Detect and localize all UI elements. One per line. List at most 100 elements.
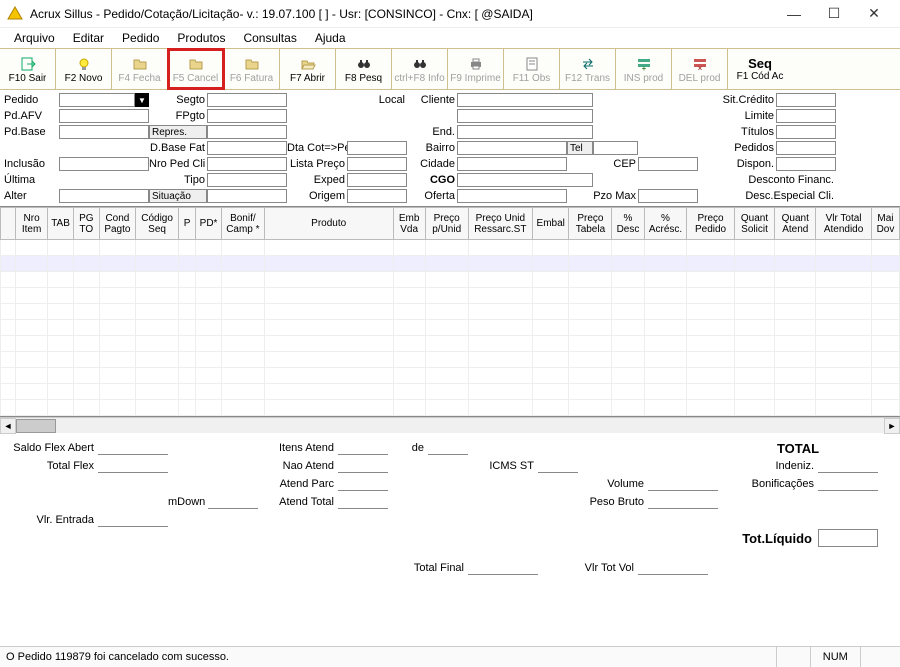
window-maximize-button[interactable]: ☐ [814, 0, 854, 28]
table-row[interactable] [1, 368, 900, 384]
column-10[interactable]: Emb Vda [393, 208, 425, 240]
column-17[interactable]: Preço Pedido [687, 208, 734, 240]
input-inclusao[interactable] [59, 157, 149, 171]
column-7[interactable]: PD* [196, 208, 222, 240]
form-header: Pedido▼SegtoLocalClienteSit.CréditoPd.AF… [0, 90, 900, 204]
input-exped[interactable] [347, 173, 407, 187]
table-row[interactable] [1, 320, 900, 336]
data-grid[interactable]: Nro ItemTABPG TOCond PagtoCódigo SeqPPD*… [0, 206, 900, 417]
label-fpgto: FPgto [149, 110, 207, 122]
column-20[interactable]: Vlr Total Atendido [816, 208, 872, 240]
ins-icon: + [636, 55, 652, 73]
table-row[interactable] [1, 272, 900, 288]
input-tel[interactable] [593, 141, 638, 155]
button-situacao[interactable]: Situação [149, 189, 207, 203]
column-2[interactable]: TAB [48, 208, 74, 240]
label-ultima: Última [4, 174, 59, 186]
input-pdafv[interactable] [59, 109, 149, 123]
column-4[interactable]: Cond Pagto [99, 208, 135, 240]
column-9[interactable]: Produto [264, 208, 393, 240]
column-21[interactable]: Mai Dov [871, 208, 899, 240]
table-row[interactable] [1, 288, 900, 304]
button-tel[interactable]: Tel [567, 141, 593, 155]
input-situacao[interactable] [207, 189, 287, 203]
input-limite[interactable] [776, 109, 836, 123]
toolbar-f2-novo[interactable]: F2 Novo [56, 49, 112, 89]
input-dispon[interactable] [776, 157, 836, 171]
input-pzomax[interactable] [638, 189, 698, 203]
window-minimize-button[interactable]: — [774, 0, 814, 28]
open-icon [300, 55, 316, 73]
input-cep[interactable] [638, 157, 698, 171]
table-row[interactable] [1, 256, 900, 272]
input-oferta[interactable] [457, 189, 567, 203]
input-listapreco[interactable] [347, 157, 407, 171]
input-cliente[interactable] [457, 93, 593, 107]
toolbar-f12-trans: F12 Trans [560, 49, 616, 89]
column-18[interactable]: Quant Solicit [734, 208, 775, 240]
input-tipo[interactable] [207, 173, 287, 187]
menu-pedido[interactable]: Pedido [114, 29, 167, 47]
scroll-left-arrow[interactable]: ◄ [0, 418, 16, 434]
column-6[interactable]: P [179, 208, 196, 240]
horizontal-scrollbar[interactable]: ◄ ► [0, 417, 900, 433]
toolbar-f8-pesq[interactable]: F8 Pesq [336, 49, 392, 89]
column-0[interactable] [1, 208, 16, 240]
dropdown-pedido[interactable]: ▼ [135, 93, 149, 107]
input-alter[interactable] [59, 189, 149, 203]
input-bairro[interactable] [457, 141, 567, 155]
column-1[interactable]: Nro Item [16, 208, 48, 240]
toolbar-f10-sair[interactable]: F10 Sair [0, 49, 56, 89]
column-8[interactable]: Bonif/ Camp * [221, 208, 264, 240]
scroll-thumb[interactable] [16, 419, 56, 433]
label-bairro: Bairro [407, 142, 457, 154]
scroll-right-arrow[interactable]: ► [884, 418, 900, 434]
window-close-button[interactable]: ✕ [854, 0, 894, 28]
column-11[interactable]: Preço p/Unid [425, 208, 468, 240]
menu-arquivo[interactable]: Arquivo [6, 29, 63, 47]
column-5[interactable]: Código Seq [136, 208, 179, 240]
table-row[interactable] [1, 400, 900, 416]
input-pedido[interactable] [59, 93, 135, 107]
status-bar: O Pedido 119879 foi cancelado com sucess… [0, 646, 900, 666]
table-row[interactable] [1, 352, 900, 368]
menu-produtos[interactable]: Produtos [169, 29, 233, 47]
scroll-track[interactable] [16, 418, 884, 434]
toolbar-f7-abrir[interactable]: F7 Abrir [280, 49, 336, 89]
menu-consultas[interactable]: Consultas [235, 29, 304, 47]
toolbar-seq[interactable]: SeqF1 Cód Ac [728, 49, 792, 89]
label-cep: CEP [593, 158, 638, 170]
column-19[interactable]: Quant Atend [775, 208, 816, 240]
input-repres[interactable] [207, 125, 287, 139]
button-repres[interactable]: Repres. [149, 125, 207, 139]
input-pedidos[interactable] [776, 141, 836, 155]
input-cidade[interactable] [457, 157, 567, 171]
input-origem[interactable] [347, 189, 407, 203]
input-fpgto[interactable] [207, 109, 287, 123]
input-cgo[interactable] [457, 173, 593, 187]
column-12[interactable]: Preço Unid Ressarc.ST [468, 208, 532, 240]
menu-editar[interactable]: Editar [65, 29, 112, 47]
input-titulos[interactable] [776, 125, 836, 139]
table-row[interactable] [1, 240, 900, 256]
input-nropedcli[interactable] [207, 157, 287, 171]
input-end[interactable] [457, 125, 593, 139]
table-row[interactable] [1, 384, 900, 400]
table-row[interactable] [1, 336, 900, 352]
column-3[interactable]: PG TO [73, 208, 99, 240]
input-segto[interactable] [207, 93, 287, 107]
column-15[interactable]: % Desc [612, 208, 644, 240]
table-row[interactable] [1, 304, 900, 320]
input-dbasefat[interactable] [207, 141, 287, 155]
input-sitcredito[interactable] [776, 93, 836, 107]
input-dtacotped[interactable] [347, 141, 407, 155]
menu-ajuda[interactable]: Ajuda [307, 29, 354, 47]
column-16[interactable]: % Acrésc. [644, 208, 687, 240]
input-cliente2[interactable] [457, 109, 593, 123]
value-de [428, 441, 468, 455]
label-oferta: Oferta [407, 190, 457, 202]
column-14[interactable]: Preço Tabela [569, 208, 612, 240]
column-13[interactable]: Embal [533, 208, 569, 240]
input-pdbase[interactable] [59, 125, 149, 139]
app-icon [6, 5, 24, 23]
